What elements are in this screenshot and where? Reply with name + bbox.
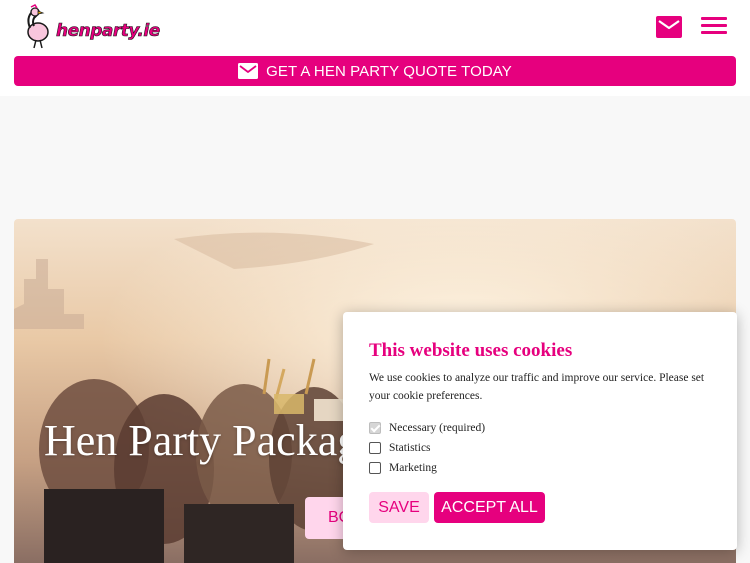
save-button[interactable]: SAVE xyxy=(369,492,429,523)
hamburger-menu-icon[interactable] xyxy=(701,17,727,37)
get-quote-label: GET A HEN PARTY QUOTE TODAY xyxy=(266,62,512,80)
logo-text: henparty.ie xyxy=(56,21,161,42)
necessary-checkbox xyxy=(369,422,381,434)
statistics-label[interactable]: Statistics xyxy=(389,442,431,454)
necessary-label: Necessary (required) xyxy=(389,422,486,434)
marketing-checkbox[interactable] xyxy=(369,462,381,474)
hero-title: Hen Party Packag xyxy=(44,416,360,465)
cookie-option-marketing[interactable]: Marketing xyxy=(369,460,437,476)
site-header: henparty.ie xyxy=(0,0,750,56)
menu-line xyxy=(701,17,727,20)
ad-placeholder xyxy=(0,96,750,219)
marketing-label[interactable]: Marketing xyxy=(389,462,437,474)
menu-line xyxy=(701,31,727,34)
menu-line xyxy=(701,24,727,27)
cookie-option-necessary: Necessary (required) xyxy=(369,420,485,436)
site-logo[interactable]: henparty.ie xyxy=(16,4,161,50)
accept-all-button[interactable]: ACCEPT ALL xyxy=(434,492,545,523)
mail-icon[interactable] xyxy=(656,16,682,38)
flamingo-logo-icon xyxy=(27,4,49,49)
get-quote-button[interactable]: GET A HEN PARTY QUOTE TODAY xyxy=(14,56,736,86)
cookie-dialog-description: We use cookies to analyze our traffic an… xyxy=(369,372,705,402)
cookie-option-statistics[interactable]: Statistics xyxy=(369,440,431,456)
cookie-dialog-title: This website uses cookies xyxy=(369,340,573,361)
mail-icon xyxy=(238,63,259,79)
cookie-consent-dialog: This website uses cookies We use cookies… xyxy=(343,312,737,550)
statistics-checkbox[interactable] xyxy=(369,442,381,454)
